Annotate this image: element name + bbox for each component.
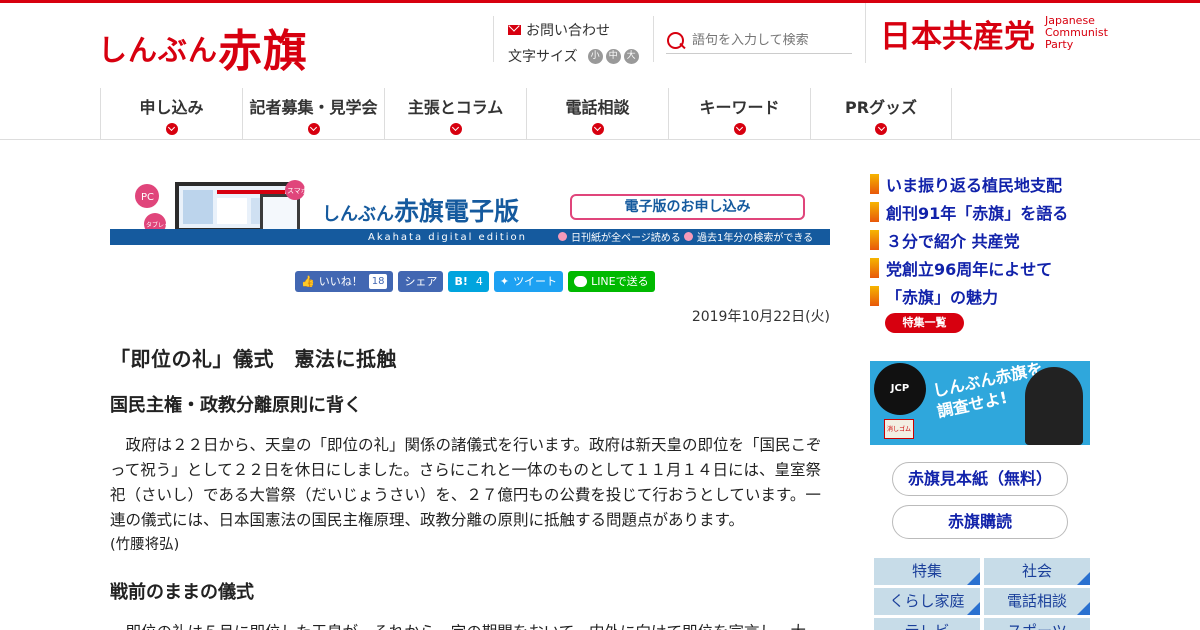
social-buttons: 👍 いいね！ 18 シェア B! 4 ✦ ツイート LINEで送る <box>295 271 655 292</box>
search-area <box>653 16 865 62</box>
logo-small-text: しんぶん <box>98 33 219 67</box>
sample-paper-button[interactable]: 赤旗見本紙（無料） <box>892 462 1068 496</box>
banner-subtitle: Akahata digital edition <box>368 232 527 243</box>
chevron-down-icon <box>733 123 746 135</box>
facebook-share-button[interactable]: シェア <box>398 271 444 292</box>
section-heading: 戦前のままの儀式 <box>110 582 254 603</box>
nav-item-pr-goods[interactable]: PRグッズ <box>810 88 952 140</box>
font-size-small-button[interactable]: 小 <box>587 48 603 64</box>
category-society[interactable]: 社会 <box>984 558 1090 585</box>
article-subtitle: 国民主権・政教分離原則に背く <box>110 395 362 416</box>
contact-label: お問い合わせ <box>526 23 610 39</box>
banner-title: しんぶん赤旗電子版 <box>322 197 520 226</box>
banner-feature-2: 過去1年分の検索ができる <box>684 229 813 244</box>
jcp-logo-jp: 日本共産党 <box>880 18 1035 55</box>
svg-text:スマホ: スマホ <box>287 187 308 195</box>
search-box <box>666 28 852 54</box>
nav-item-opinion[interactable]: 主張とコラム <box>384 88 526 140</box>
category-feature[interactable]: 特集 <box>874 558 980 585</box>
facebook-like-button[interactable]: 👍 いいね！ 18 <box>295 271 394 292</box>
main-nav: 申し込み 記者募集・見学会 主張とコラム 電話相談 キーワード PRグッズ <box>100 88 952 140</box>
article: 「即位の礼」儀式 憲法に抵触 国民主権・政教分離原則に背く 政府は２２日から、天… <box>110 343 830 630</box>
font-size-large-button[interactable]: 大 <box>623 48 639 64</box>
font-size-medium-button[interactable]: 中 <box>605 48 621 64</box>
font-size-control: 文字サイズ 小 中 大 <box>508 46 651 66</box>
thumbs-up-icon: 👍 <box>301 275 315 288</box>
contact-link[interactable]: お問い合わせ <box>508 20 651 40</box>
nav-item-keyword[interactable]: キーワード <box>668 88 810 140</box>
font-size-label: 文字サイズ <box>508 49 578 65</box>
jcp-logo[interactable]: 日本共産党 Japanese Communist Party <box>865 3 1108 63</box>
site-logo[interactable]: しんぶん赤旗 <box>98 15 308 79</box>
article-byline: (竹腰将弘) <box>110 537 180 553</box>
category-phone-consult[interactable]: 電話相談 <box>984 588 1090 615</box>
feature-list-button[interactable]: 特集一覧 <box>885 313 964 333</box>
line-share-button[interactable]: LINEで送る <box>568 271 655 292</box>
article-title: 「即位の礼」儀式 憲法に抵触 <box>110 347 397 371</box>
jcp-magazine-emblem: JCP <box>874 363 926 415</box>
category-grid: 特集 社会 くらし家庭 電話相談 テレビ スポーツ <box>874 558 1090 630</box>
article-paragraph: 即位の礼は５月に即位した天皇が、それから一定の期間をおいて、内外に向けて即位を宣… <box>110 620 830 630</box>
site-header: しんぶん赤旗 お問い合わせ 文字サイズ 小 中 大 日本共産党 Japanese… <box>0 3 1200 140</box>
spy-illustration <box>1025 367 1083 445</box>
banner-apply-button[interactable]: 電子版のお申し込み <box>570 194 805 220</box>
nav-item-phone-consult[interactable]: 電話相談 <box>526 88 668 140</box>
chevron-down-icon <box>307 123 320 135</box>
feature-link-91st[interactable]: 創刊91年「赤旗」を語る <box>870 198 1100 226</box>
category-sports[interactable]: スポーツ <box>984 618 1090 630</box>
like-count: 18 <box>368 274 388 289</box>
category-tv[interactable]: テレビ <box>874 618 980 630</box>
hatena-bookmark-button[interactable]: B! 4 <box>448 271 489 292</box>
line-icon <box>574 276 588 287</box>
feature-link-3min[interactable]: ３分で紹介 共産党 <box>870 226 1100 254</box>
nav-item-recruit[interactable]: 記者募集・見学会 <box>242 88 384 140</box>
banner-feature-1: 日刊紙が全ページ読める <box>558 229 681 244</box>
subscribe-button[interactable]: 赤旗購読 <box>892 505 1068 539</box>
jcp-logo-en: Japanese Communist Party <box>1045 14 1108 51</box>
mail-icon <box>508 25 521 35</box>
tweet-button[interactable]: ✦ ツイート <box>493 271 564 292</box>
search-icon[interactable] <box>666 31 686 51</box>
bird-icon: ✦ <box>499 275 510 288</box>
category-living[interactable]: くらし家庭 <box>874 588 980 615</box>
svg-text:タブレット: タブレット <box>146 221 176 229</box>
article-paragraph: 政府は２２日から、天皇の「即位の礼」関係の諸儀式を行います。政府は新天皇の即位を… <box>110 436 822 529</box>
article-date: 2019年10月22日(火) <box>691 309 830 325</box>
chevron-down-icon <box>875 123 887 135</box>
chevron-down-icon <box>165 123 178 135</box>
feature-link-colonial[interactable]: いま振り返る植民地支配 <box>870 170 1100 198</box>
utility-box: お問い合わせ 文字サイズ 小 中 大 <box>493 16 651 65</box>
nav-item-apply[interactable]: 申し込み <box>100 88 242 140</box>
search-input[interactable] <box>692 33 847 48</box>
svg-text:PC: PC <box>141 192 154 203</box>
devices-illustration: PC タブレット スマホ <box>135 180 308 235</box>
eraser-illustration: 消しゴム <box>884 419 914 439</box>
feature-links: いま振り返る植民地支配 創刊91年「赤旗」を語る ３分で紹介 共産党 党創立96… <box>870 170 1100 310</box>
logo-big-text: 赤旗 <box>218 26 309 77</box>
chevron-down-icon <box>591 123 604 135</box>
digital-edition-banner[interactable]: PC タブレット スマホ しんぶん赤旗電子版 電子版のお申し込み Akahata… <box>110 178 830 245</box>
chevron-down-icon <box>449 123 462 135</box>
feature-link-appeal[interactable]: 「赤旗」の魅力 <box>870 282 1100 310</box>
feature-link-96th[interactable]: 党創立96周年によせて <box>870 254 1100 282</box>
investigate-promo-banner[interactable]: JCP 消しゴム しんぶん赤旗を 調査せよ! <box>870 361 1090 445</box>
